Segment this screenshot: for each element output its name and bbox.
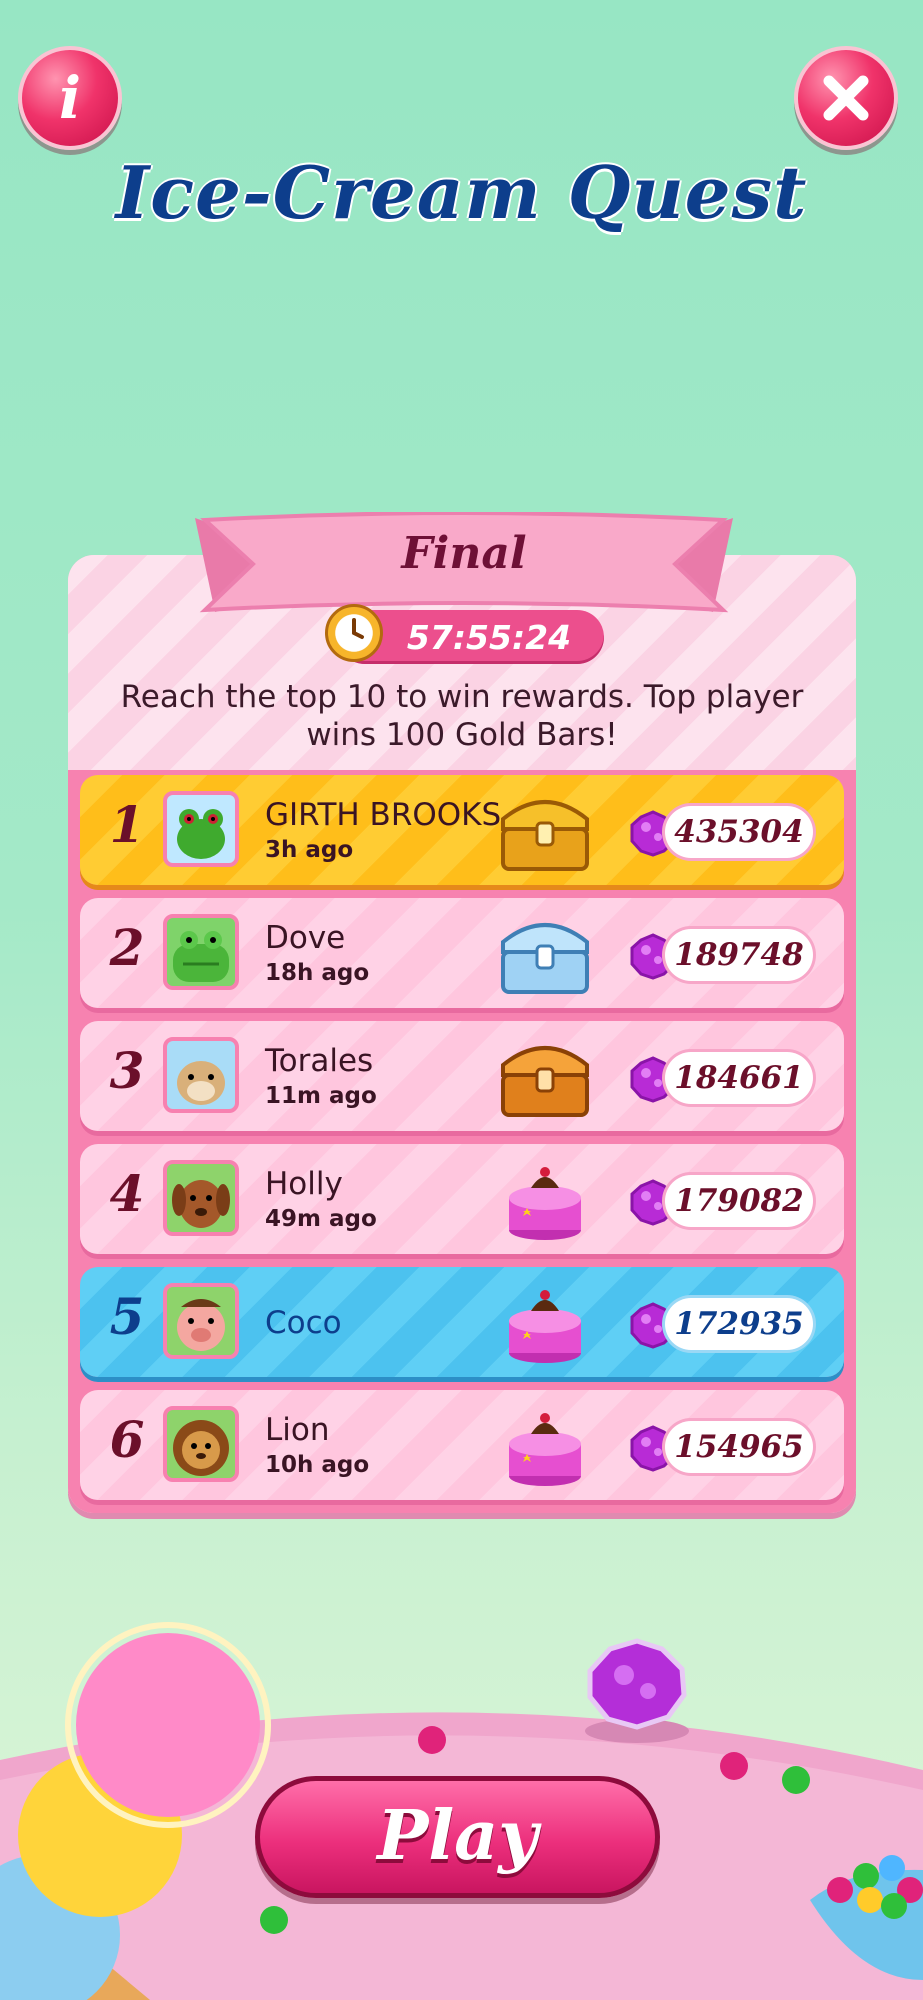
player-name: Lion	[265, 1412, 330, 1448]
player-name: Holly	[265, 1166, 343, 1202]
gold-chest-icon	[501, 800, 589, 871]
score-value: 179082	[665, 1175, 813, 1227]
player-name: GIRTH BROOKS	[265, 797, 502, 833]
cake-icon	[509, 1290, 581, 1363]
close-icon	[823, 75, 869, 121]
stopwatch-icon	[325, 604, 383, 662]
player-name: Torales	[265, 1043, 374, 1079]
stage-title: Final	[401, 528, 527, 579]
candy-gem-decoration	[585, 1638, 689, 1743]
bronze-chest-icon	[501, 1046, 589, 1117]
last-active: 49m ago	[265, 1206, 377, 1232]
leaderboard-row[interactable]: 2 Dove 18h ago 189748	[80, 898, 844, 1008]
leaderboard-row-current-player[interactable]: 5 Coco 172935	[80, 1267, 844, 1377]
score-value: 189748	[665, 929, 813, 981]
avatar-crocodile	[163, 914, 239, 990]
last-active: 3h ago	[265, 837, 354, 863]
ice-cream-cone-illustration	[0, 1622, 271, 2000]
play-button[interactable]: Play	[255, 1776, 660, 1898]
rank-number: 2	[109, 918, 145, 977]
event-description: Reach the top 10 to win rewards. Top pla…	[120, 679, 804, 753]
info-icon: i	[58, 64, 82, 132]
info-button[interactable]: i	[18, 46, 122, 150]
close-button[interactable]	[794, 46, 898, 150]
score-value: 435304	[665, 806, 813, 858]
last-active: 10h ago	[265, 1452, 370, 1478]
leaderboard-row[interactable]: 6 Lion 10h ago 154965	[80, 1390, 844, 1500]
avatar-pig	[163, 1283, 239, 1359]
last-active: 18h ago	[265, 960, 370, 986]
avatar-hamster	[163, 1037, 239, 1113]
page-title: Ice-Cream Quest	[115, 150, 808, 235]
leaderboard-row[interactable]: 1 GIRTH BROOKS 3h ago 435304	[80, 775, 844, 885]
blue-chest-icon	[501, 923, 589, 994]
last-active: 11m ago	[265, 1083, 377, 1109]
score-value: 172935	[665, 1298, 813, 1350]
score-value: 154965	[665, 1421, 813, 1473]
rank-number: 1	[109, 795, 145, 854]
rank-number: 3	[109, 1041, 145, 1100]
rank-number: 4	[109, 1164, 145, 1223]
avatar-frog	[163, 791, 239, 867]
leaderboard-row[interactable]: 4 Holly 49m ago 179082	[80, 1144, 844, 1254]
score-value: 184661	[665, 1052, 813, 1104]
player-name: Coco	[265, 1305, 342, 1341]
avatar-lion	[163, 1406, 239, 1482]
cake-icon	[509, 1167, 581, 1240]
rank-number: 5	[109, 1287, 145, 1346]
leaderboard-row[interactable]: 3 Torales 11m ago 184661	[80, 1021, 844, 1131]
rank-number: 6	[109, 1410, 145, 1469]
avatar-dog	[163, 1160, 239, 1236]
timer-text: 57:55:24	[406, 617, 572, 657]
cake-icon	[509, 1413, 581, 1486]
player-name: Dove	[265, 920, 346, 956]
